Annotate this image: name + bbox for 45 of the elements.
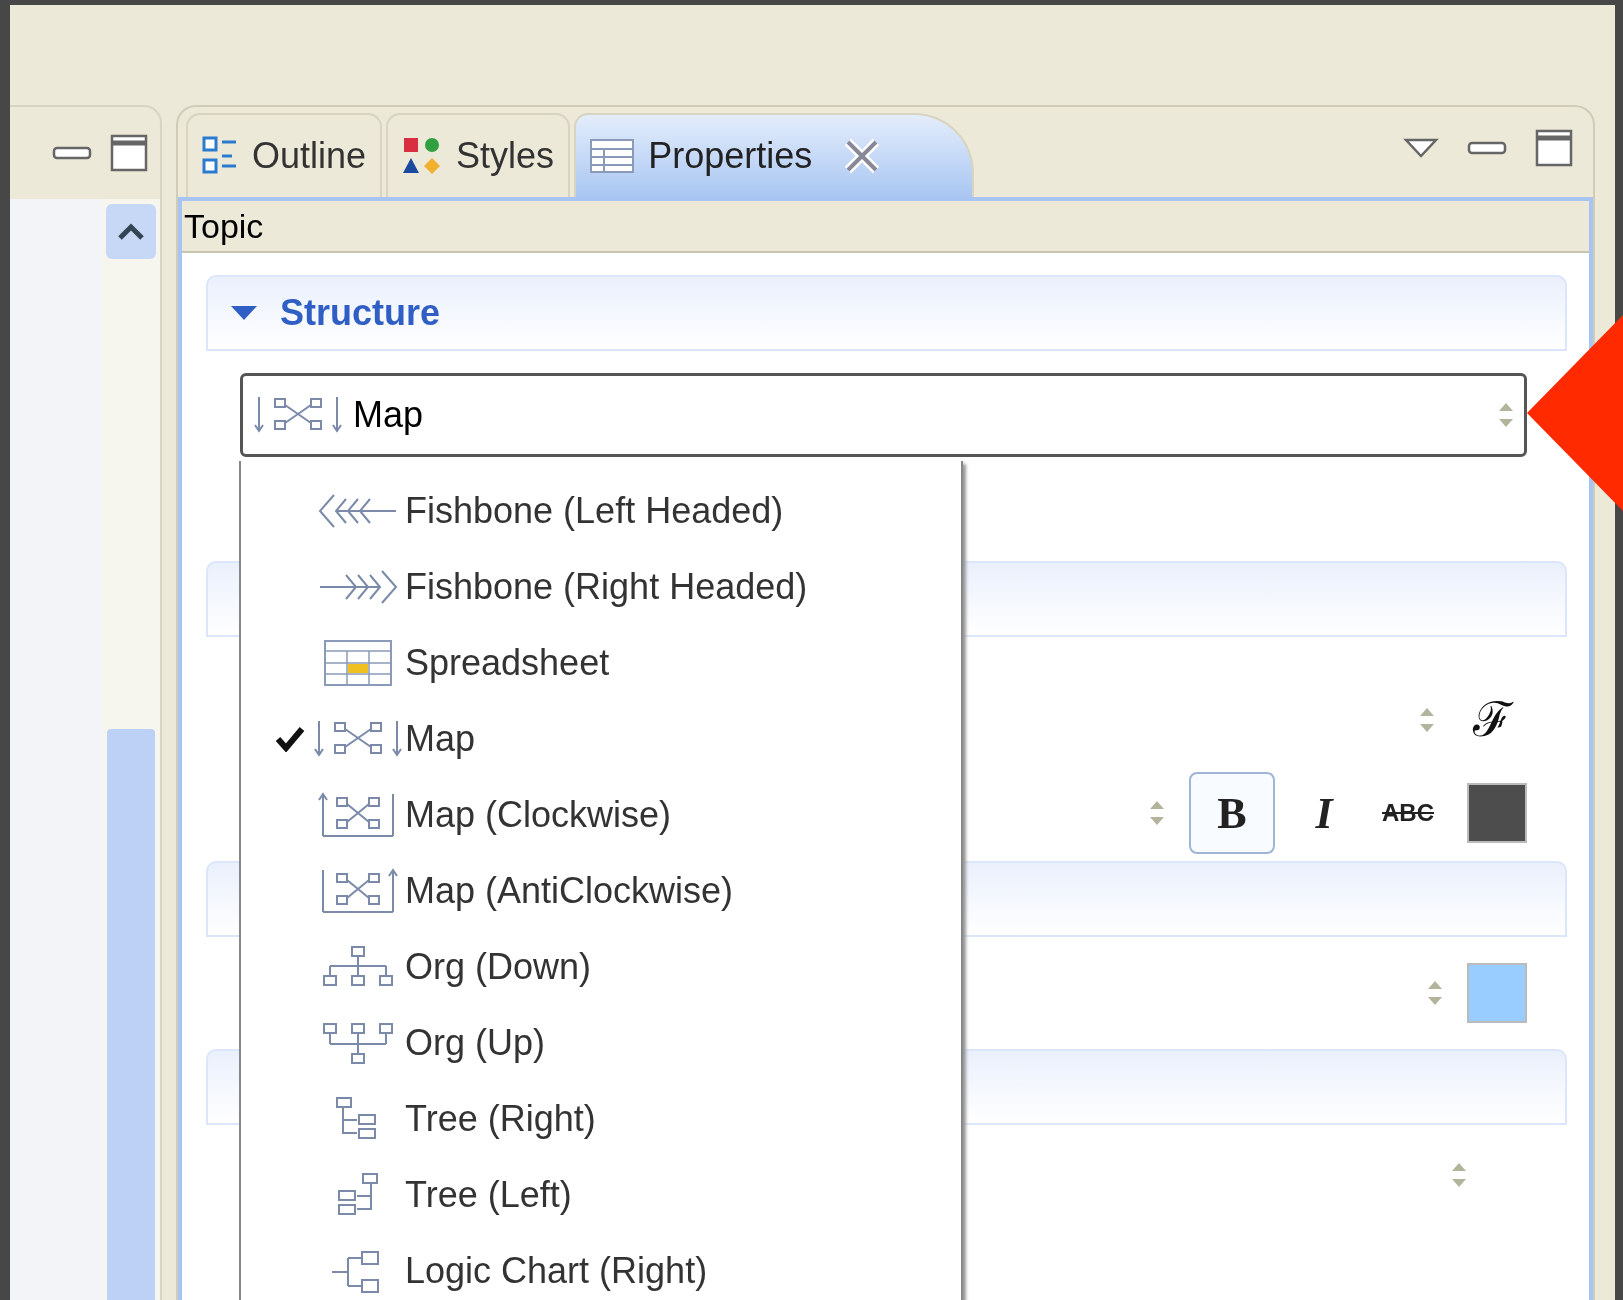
- menu-item[interactable]: Map (AntiClockwise): [241, 853, 961, 929]
- menu-item[interactable]: Map (Clockwise): [241, 777, 961, 853]
- list-icon: [202, 136, 238, 176]
- maximize-icon[interactable]: [1535, 129, 1573, 167]
- menu-item[interactable]: Tree (Left): [241, 1157, 961, 1233]
- spinner-icon[interactable]: [1149, 799, 1165, 827]
- scroll-thumb[interactable]: [107, 729, 155, 1300]
- tab[interactable]: Outline: [186, 113, 383, 197]
- spinner-icon[interactable]: [1451, 1161, 1467, 1189]
- spinner-icon[interactable]: [1498, 401, 1514, 429]
- section-header[interactable]: Structure: [206, 275, 1567, 351]
- menu-item[interactable]: Org (Down): [241, 929, 961, 1005]
- menu-item[interactable]: Fishbone (Left Headed): [241, 473, 961, 549]
- org-chart-icon: [322, 945, 394, 989]
- section-title: Structure: [280, 292, 441, 334]
- menu-item[interactable]: Org (Up): [241, 1005, 961, 1081]
- table-icon: [590, 139, 635, 173]
- view-menu-icon[interactable]: [1403, 137, 1439, 159]
- bold-button[interactable]: B: [1189, 772, 1275, 854]
- menu-item[interactable]: Map: [241, 701, 961, 777]
- menu-item[interactable]: Tree (Right): [241, 1081, 961, 1157]
- menu-item[interactable]: Fishbone (Right Headed): [241, 549, 961, 625]
- spinner-icon[interactable]: [1427, 979, 1443, 1007]
- structure-dropdown[interactable]: Map: [240, 373, 1527, 457]
- strikethrough-button[interactable]: ABC: [1373, 772, 1443, 854]
- text-color-swatch[interactable]: [1467, 783, 1527, 843]
- shapes-icon: [402, 136, 443, 176]
- scrollbar[interactable]: [102, 199, 160, 1300]
- spinner-icon[interactable]: [1419, 706, 1435, 734]
- minimize-icon[interactable]: [1467, 141, 1507, 155]
- menu-item[interactable]: Logic Chart (Right): [241, 1233, 961, 1300]
- italic-button[interactable]: I: [1299, 772, 1349, 854]
- tab[interactable]: Properties: [574, 113, 975, 197]
- scroll-up-button[interactable]: [106, 204, 156, 259]
- minimize-icon[interactable]: [52, 146, 92, 160]
- org-chart-icon: [322, 1021, 394, 1065]
- maximize-icon[interactable]: [110, 134, 148, 172]
- fill-color-swatch[interactable]: [1467, 963, 1527, 1023]
- menu-item[interactable]: Spreadsheet: [241, 625, 961, 701]
- font-button[interactable]: ℱ: [1459, 686, 1527, 754]
- spreadsheet-icon: [323, 639, 393, 687]
- tab[interactable]: Styles: [386, 113, 571, 197]
- collapse-triangle-icon: [230, 305, 258, 321]
- chevron-up-icon: [116, 221, 146, 242]
- pointer-arrow-icon: [1527, 315, 1623, 511]
